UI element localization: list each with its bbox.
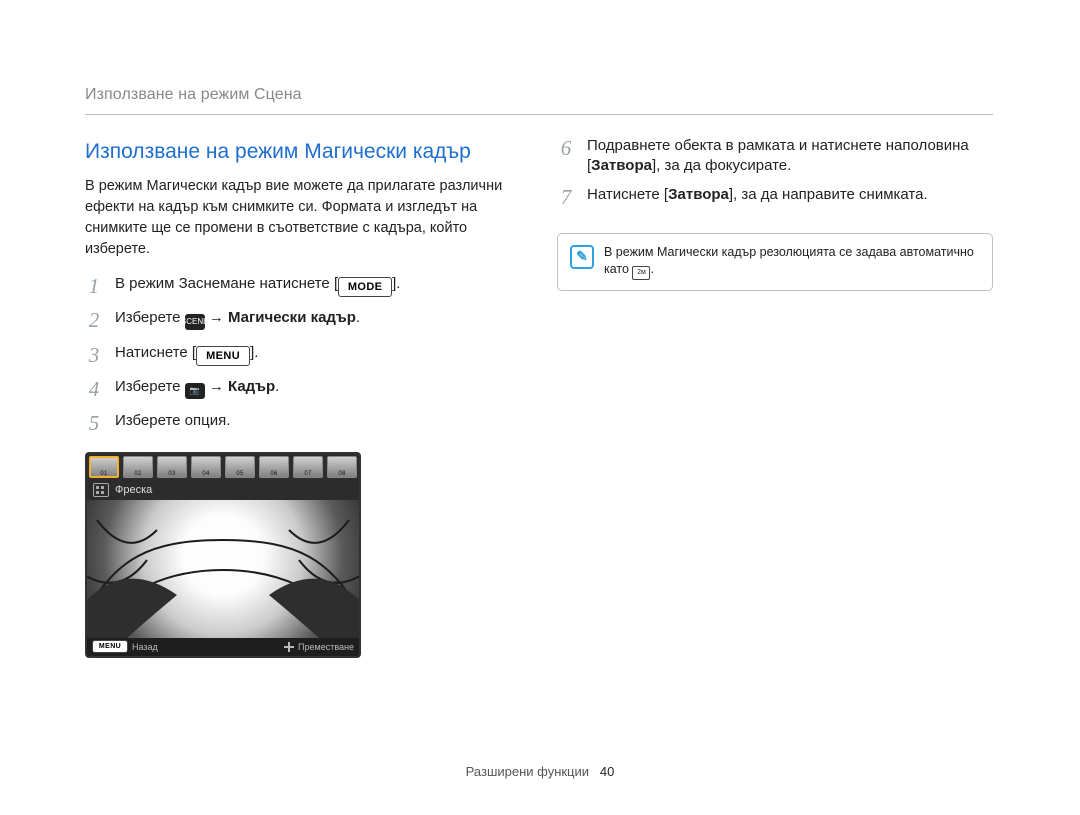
footer-section: Разширени функции (466, 764, 589, 779)
step-number: 3 (85, 341, 103, 369)
frame-preview (87, 500, 359, 638)
step-number: 1 (85, 272, 103, 300)
info-icon: ✎ (570, 245, 594, 269)
step-4: 4 Изберете 📷 → Кадър. (85, 377, 521, 403)
left-column: Използване на режим Магически кадър В ре… (85, 136, 521, 658)
grid-icon (93, 483, 109, 497)
step-text: Изберете SCENE → Магически кадър. (115, 308, 521, 330)
right-column: 6 Подравнете обекта в рамката и натиснет… (557, 136, 993, 658)
step-number: 2 (85, 306, 103, 334)
thumb-02[interactable]: 02 (123, 456, 153, 478)
note-text: В режим Магически кадър резолюцията се з… (604, 244, 980, 280)
thumb-07[interactable]: 07 (293, 456, 323, 478)
step-text: Изберете опция. (115, 411, 521, 431)
camera-display: 01 02 03 04 05 06 07 08 Фреска (85, 452, 361, 658)
step-1: 1 В режим Заснемане натиснете [MODE]. (85, 274, 521, 300)
page-header: Използване на режим Сцена (85, 86, 993, 115)
note-box: ✎ В режим Магически кадър резолюцията се… (557, 233, 993, 291)
intro-paragraph: В режим Магически кадър вие можете да пр… (85, 176, 521, 260)
section-heading: Използване на режим Магически кадър (85, 140, 521, 164)
step-2: 2 Изберете SCENE → Магически кадър. (85, 308, 521, 334)
step-number: 7 (557, 183, 575, 211)
back-label: Назад (132, 642, 158, 652)
step-text: Натиснете [MENU]. (115, 343, 521, 366)
step-number: 5 (85, 409, 103, 437)
scene-icon: SCENE (185, 314, 205, 330)
step-text: Натиснете [Затвора], за да направите сни… (587, 185, 993, 205)
frame-thumbnails: 01 02 03 04 05 06 07 08 (87, 454, 359, 480)
page: Използване на режим Сцена Използване на … (0, 0, 1080, 815)
camera-icon: 📷 (185, 383, 205, 399)
steps-list-left: 1 В режим Заснемане натиснете [MODE]. 2 … (85, 274, 521, 438)
thumb-01[interactable]: 01 (89, 456, 119, 478)
step-7: 7 Натиснете [Затвора], за да направите с… (557, 185, 993, 211)
resolution-badge: 2м (632, 266, 650, 280)
step-3: 3 Натиснете [MENU]. (85, 343, 521, 369)
thumb-05[interactable]: 05 (225, 456, 255, 478)
menu-button-badge: MENU (92, 640, 128, 653)
move-label: Преместване (298, 642, 354, 652)
thumb-04[interactable]: 04 (191, 456, 221, 478)
step-5: 5 Изберете опция. (85, 411, 521, 437)
header-title: Използване на режим Сцена (85, 86, 302, 103)
content-columns: Използване на режим Магически кадър В ре… (85, 136, 993, 658)
thumb-03[interactable]: 03 (157, 456, 187, 478)
step-6: 6 Подравнете обекта в рамката и натиснет… (557, 136, 993, 177)
camera-bottom-bar: MENU Назад Преместване (87, 638, 359, 656)
page-number: 40 (600, 764, 614, 779)
mode-button-badge: MODE (338, 277, 392, 297)
frame-name: Фреска (115, 484, 152, 496)
step-text: Подравнете обекта в рамката и натиснете … (587, 136, 993, 177)
thumb-08[interactable]: 08 (327, 456, 357, 478)
frame-label-row: Фреска (87, 480, 359, 500)
step-number: 4 (85, 375, 103, 403)
steps-list-right: 6 Подравнете обекта в рамката и натиснет… (557, 136, 993, 211)
step-text: В режим Заснемане натиснете [MODE]. (115, 274, 521, 297)
menu-button-badge: MENU (196, 346, 250, 366)
thumb-06[interactable]: 06 (259, 456, 289, 478)
navigate-icon (284, 642, 294, 652)
step-number: 6 (557, 134, 575, 162)
step-text: Изберете 📷 → Кадър. (115, 377, 521, 399)
page-footer: Разширени функции 40 (0, 764, 1080, 779)
